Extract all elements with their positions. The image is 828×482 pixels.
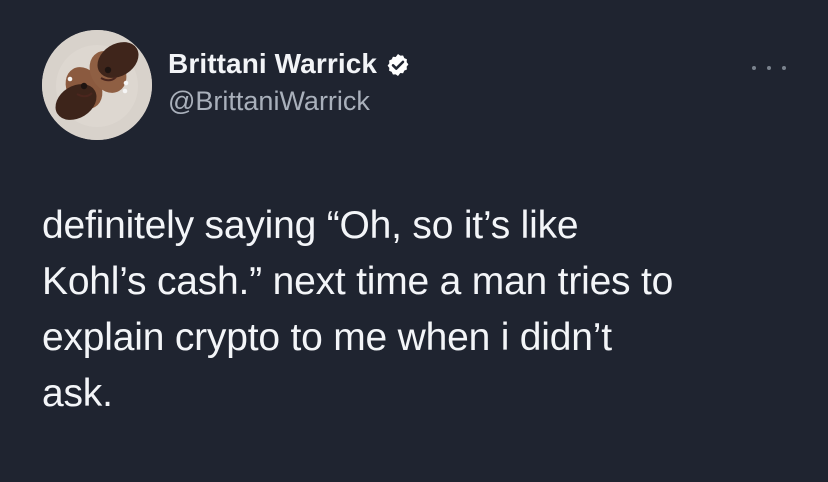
tweet-text-line: definitely saying “Oh, so it’s like bbox=[42, 204, 579, 247]
tweet-text-line: ask. bbox=[42, 372, 113, 415]
more-options-dot bbox=[752, 66, 756, 70]
more-options-dot bbox=[767, 66, 771, 70]
author-handle[interactable]: @BrittaniWarrick bbox=[168, 87, 411, 115]
author-avatar[interactable] bbox=[42, 30, 152, 140]
name-row: Brittani Warrick bbox=[168, 49, 411, 78]
tweet-card: Brittani Warrick @BrittaniWarrick defini… bbox=[0, 0, 828, 482]
more-options-dot bbox=[782, 66, 786, 70]
avatar-image bbox=[42, 30, 152, 140]
tweet-text: definitely saying “Oh, so it’s like Kohl… bbox=[42, 198, 802, 422]
tweet-header: Brittani Warrick @BrittaniWarrick bbox=[42, 30, 411, 140]
verified-badge-icon bbox=[387, 53, 409, 76]
more-options-icon[interactable] bbox=[752, 58, 786, 78]
tweet-text-line: explain crypto to me when i didn’t bbox=[42, 316, 612, 359]
author-name[interactable]: Brittani Warrick bbox=[168, 49, 377, 78]
tweet-text-line: Kohl’s cash.” next time a man tries to bbox=[42, 260, 674, 303]
author-identity: Brittani Warrick @BrittaniWarrick bbox=[168, 49, 411, 115]
